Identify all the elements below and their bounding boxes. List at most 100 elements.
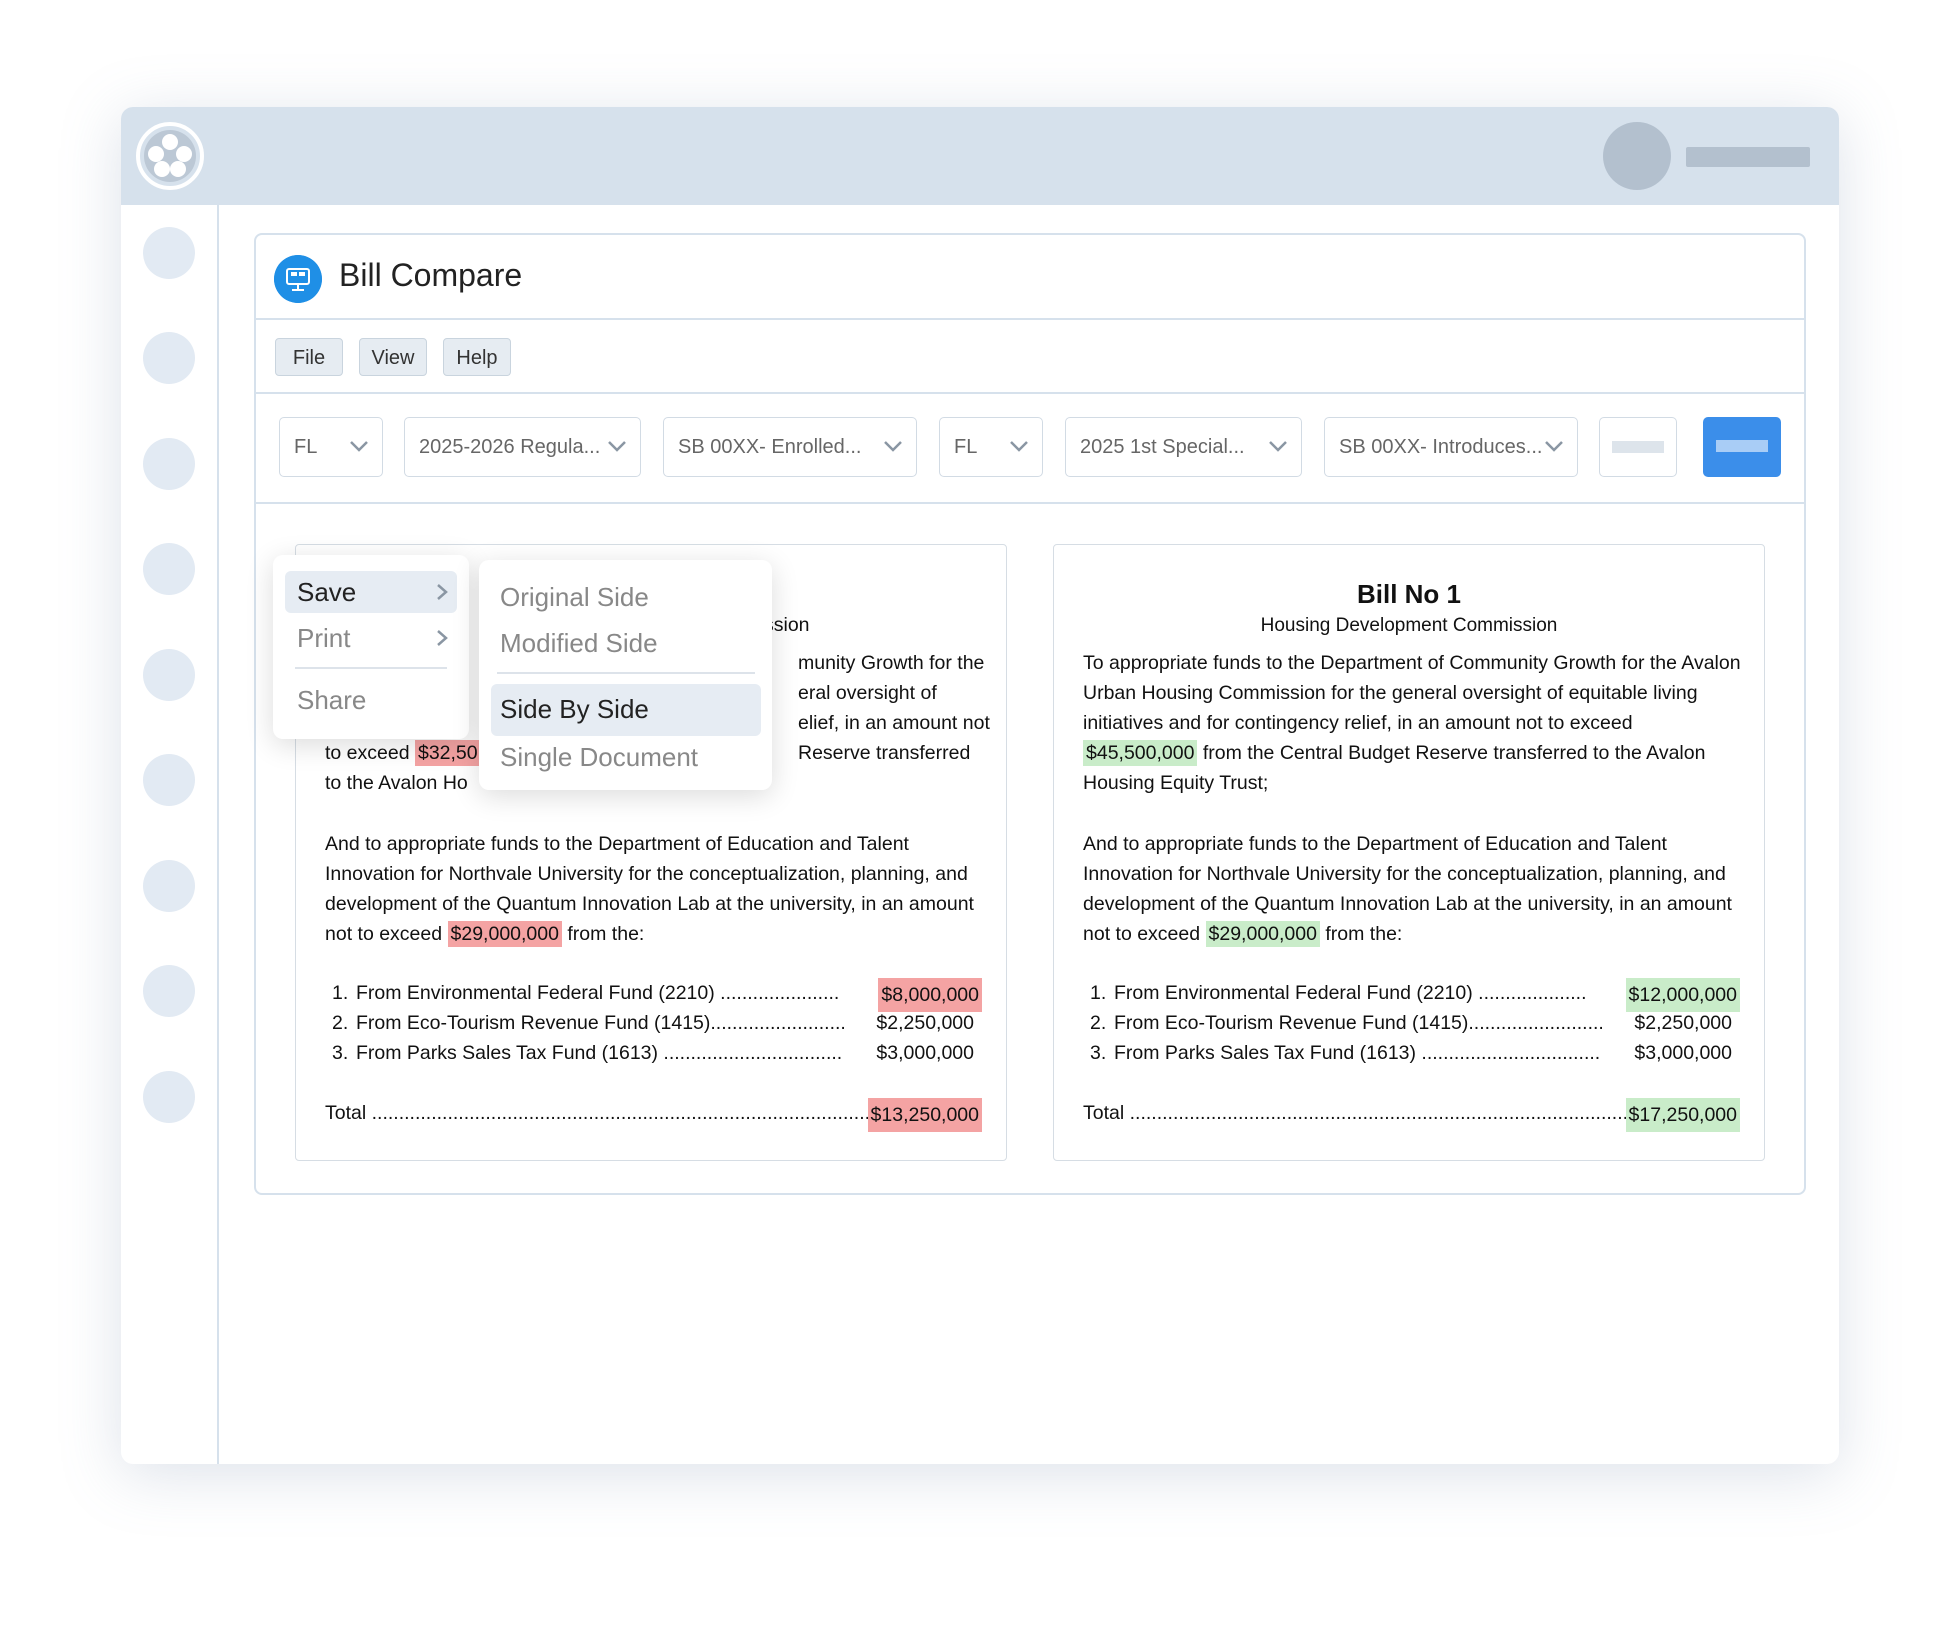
menu-item-print[interactable]: Print [297, 623, 350, 654]
menu-item-save[interactable]: Save [297, 577, 356, 608]
monitor-compare-icon [274, 255, 322, 303]
fund-amount: $8,000,000 [878, 978, 982, 1012]
chevron-down-icon [350, 441, 368, 452]
doc-fragment: to exceed [325, 742, 415, 764]
chevron-right-icon [437, 630, 448, 646]
save-submenu: Original Side Modified Side Side By Side… [479, 560, 772, 790]
fund-label: From Parks Sales Tax Fund (1613) .......… [1114, 1042, 1601, 1064]
help-menu-button[interactable]: Help [443, 338, 511, 376]
sidebar-item[interactable] [143, 227, 195, 279]
doc-fragment: eral oversight of [798, 682, 937, 704]
top-bar [121, 107, 1839, 205]
added-amount: $45,500,000 [1083, 740, 1198, 766]
select-value: SB 00XX- Enrolled... [678, 436, 862, 458]
bill-subtitle: Housing Development Commission [1260, 615, 1558, 636]
sidebar-item[interactable] [143, 332, 195, 384]
list-number: 3. [1090, 1042, 1107, 1064]
chevron-down-icon [1269, 441, 1287, 452]
menu-item-single-document[interactable]: Single Document [500, 742, 698, 773]
doc-paragraph: To appropriate funds to the Department o… [1083, 648, 1743, 798]
chevron-down-icon [1010, 441, 1028, 452]
left-bill-select[interactable]: SB 00XX- Enrolled... [663, 417, 917, 477]
changed-amount: $29,000,000 [447, 921, 562, 947]
doc-fragment: Reserve transferred [798, 742, 971, 764]
fund-label: From Environmental Federal Fund (2210) .… [356, 982, 840, 1004]
doc-fragment: munity Growth for the [798, 652, 985, 674]
list-number: 3. [332, 1042, 349, 1064]
compare-toolbar: FL 2025-2026 Regula... SB 00XX- Enrolled… [256, 394, 1804, 504]
chevron-down-icon [884, 441, 902, 452]
removed-amount: $32,50 [414, 740, 481, 766]
fund-label: From Environmental Federal Fund (2210) .… [1114, 982, 1587, 1004]
button-label-placeholder [1716, 440, 1768, 452]
doc-fragment: To appropriate funds to the Department o… [1083, 652, 1741, 734]
right-session-select[interactable]: 2025 1st Special... [1065, 417, 1302, 477]
view-menu-button[interactable]: View [359, 338, 427, 376]
sidebar-item[interactable] [143, 649, 195, 701]
fund-line: 1. From Environmental Federal Fund (2210)… [1090, 978, 1740, 1012]
doc-fragment: ssion [764, 614, 810, 636]
file-dropdown-menu: Save Print Share [273, 555, 469, 739]
fund-label: From Parks Sales Tax Fund (1613) .......… [356, 1042, 843, 1064]
chevron-down-icon [608, 441, 626, 452]
fund-line: 3. From Parks Sales Tax Fund (1613) .....… [1090, 1038, 1740, 1068]
avatar[interactable] [1603, 122, 1671, 190]
file-menu-button[interactable]: File [275, 338, 343, 376]
select-value: 2025-2026 Regula... [419, 436, 601, 458]
select-value: FL [294, 436, 318, 458]
compare-button[interactable] [1703, 417, 1781, 477]
menu-item-modified-side[interactable]: Modified Side [500, 628, 658, 659]
fund-label: From Eco-Tourism Revenue Fund (1415)....… [1114, 1012, 1604, 1034]
fund-line: 2. From Eco-Tourism Revenue Fund (1415)..… [332, 1008, 982, 1038]
total-line: Total ..................................… [1083, 1098, 1740, 1132]
total-amount: $17,250,000 [1625, 1098, 1740, 1132]
fund-amount: $3,000,000 [1634, 1042, 1732, 1064]
sidebar-item[interactable] [143, 543, 195, 595]
fund-line: 3. From Parks Sales Tax Fund (1613) .....… [332, 1038, 982, 1068]
secondary-button[interactable] [1599, 417, 1677, 477]
changed-amount: $29,000,000 [1205, 921, 1320, 947]
sidebar [121, 205, 219, 1464]
chevron-down-icon [1545, 441, 1563, 452]
sidebar-item[interactable] [143, 754, 195, 806]
menu-item-original-side[interactable]: Original Side [500, 582, 649, 613]
list-number: 1. [332, 982, 349, 1004]
sidebar-item[interactable] [143, 860, 195, 912]
doc-fragment: from the: [561, 923, 645, 945]
browser-window: Bill Compare File View Help FL 2025-2026… [121, 107, 1839, 1464]
doc-fragment: from the: [1319, 923, 1403, 945]
right-state-select[interactable]: FL [939, 417, 1043, 477]
right-bill-select[interactable]: SB 00XX- Introduces... [1324, 417, 1578, 477]
page-title: Bill Compare [339, 257, 523, 293]
app-header: Bill Compare [256, 235, 1804, 320]
total-amount: $13,250,000 [867, 1098, 982, 1132]
left-session-select[interactable]: 2025-2026 Regula... [404, 417, 641, 477]
menu-divider [295, 667, 447, 669]
fund-line: 1. From Environmental Federal Fund (2210)… [332, 978, 982, 1012]
list-number: 1. [1090, 982, 1107, 1004]
select-value: 2025 1st Special... [1080, 436, 1245, 458]
sidebar-item[interactable] [143, 438, 195, 490]
fund-amount: $2,250,000 [1634, 1012, 1732, 1034]
right-document: Bill No 1 Housing Development Commission… [1053, 544, 1765, 1161]
doc-paragraph: And to appropriate funds to the Departme… [325, 829, 985, 949]
username-placeholder [1686, 147, 1810, 167]
sidebar-item[interactable] [143, 965, 195, 1017]
total-label: Total ..................................… [325, 1102, 887, 1124]
doc-fragment: elief, in an amount not [798, 712, 990, 734]
left-state-select[interactable]: FL [279, 417, 383, 477]
select-value: SB 00XX- Introduces... [1339, 436, 1543, 458]
fund-amount: $12,000,000 [1625, 978, 1740, 1012]
menu-divider [497, 672, 755, 674]
fund-label: From Eco-Tourism Revenue Fund (1415)....… [356, 1012, 846, 1034]
sidebar-item[interactable] [143, 1071, 195, 1123]
menu-item-share[interactable]: Share [297, 685, 366, 716]
bill-title: Bill No 1 [1356, 579, 1461, 609]
film-reel-logo-icon[interactable] [136, 122, 204, 190]
select-value: FL [954, 436, 978, 458]
menu-item-side-by-side[interactable]: Side By Side [500, 694, 649, 725]
menu-bar: File View Help [256, 320, 1804, 394]
total-label: Total ..................................… [1083, 1102, 1634, 1124]
list-number: 2. [1090, 1012, 1107, 1034]
chevron-right-icon [437, 584, 448, 600]
